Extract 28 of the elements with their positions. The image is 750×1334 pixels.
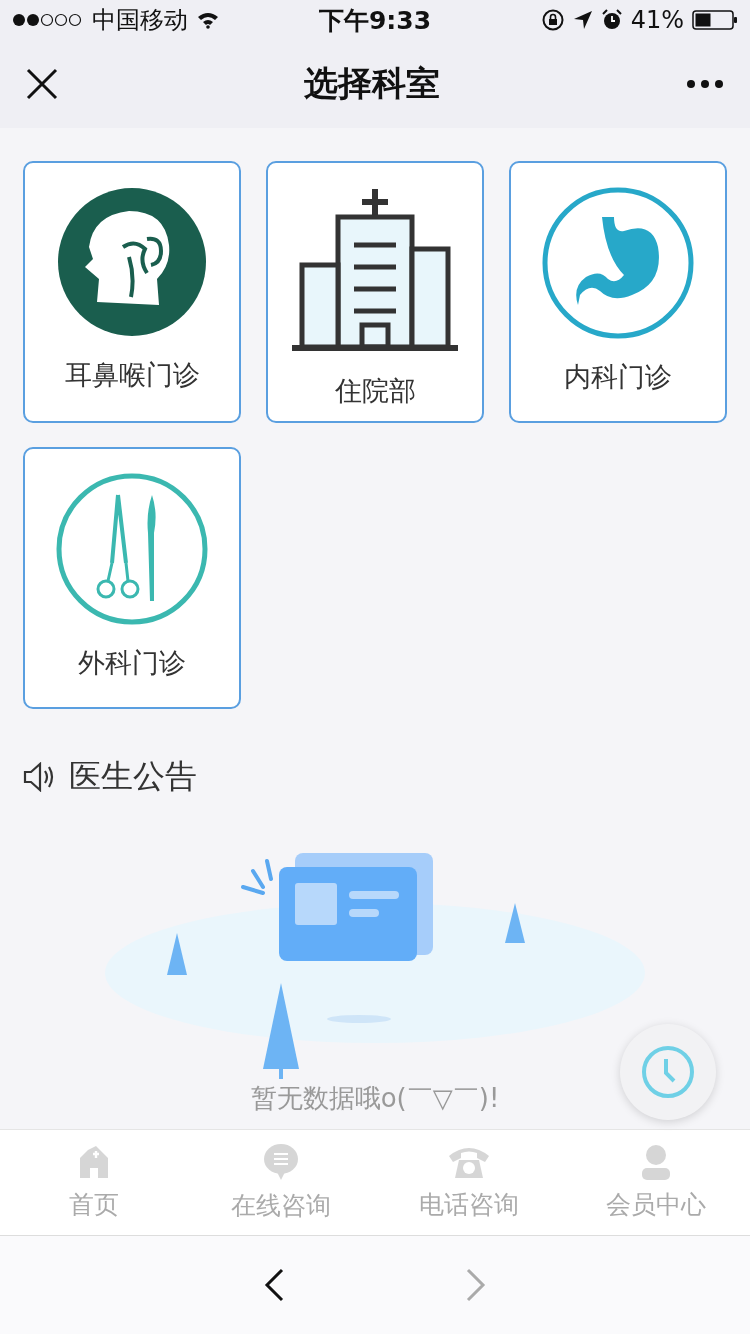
clock-icon (641, 1045, 695, 1099)
stomach-icon (542, 187, 694, 339)
page-title: 选择科室 (304, 62, 440, 105)
hospital-building-icon (290, 187, 460, 353)
section-title: 医生公告 (69, 756, 197, 797)
scissors-scalpel-icon (56, 473, 208, 625)
department-card[interactable]: 外科门诊 (23, 447, 241, 709)
close-icon (26, 68, 58, 100)
battery-icon (692, 10, 738, 30)
alarm-icon (600, 9, 623, 31)
empty-message: 暂无数据哦o(￣▽￣)! (250, 1082, 500, 1115)
wifi-icon (196, 11, 220, 29)
department-card[interactable]: 内科门诊 (509, 161, 727, 423)
department-card[interactable]: 耳鼻喉门诊 (23, 161, 241, 423)
back-icon (264, 1268, 284, 1302)
status-time: 下午9:33 (317, 4, 433, 37)
battery-percent: 41% (630, 6, 684, 34)
chat-bubble-icon (263, 1143, 300, 1181)
head-profile-icon (57, 187, 207, 337)
signal-icon (12, 12, 84, 28)
rotation-lock-icon (540, 8, 565, 32)
department-card[interactable]: 住院部 (266, 161, 484, 423)
forward-icon (466, 1268, 486, 1302)
more-icon (686, 79, 724, 89)
location-arrow-icon (572, 10, 593, 30)
carrier-name: 中国移动 (92, 5, 188, 36)
speaker-icon (23, 762, 55, 792)
person-icon (640, 1144, 673, 1180)
